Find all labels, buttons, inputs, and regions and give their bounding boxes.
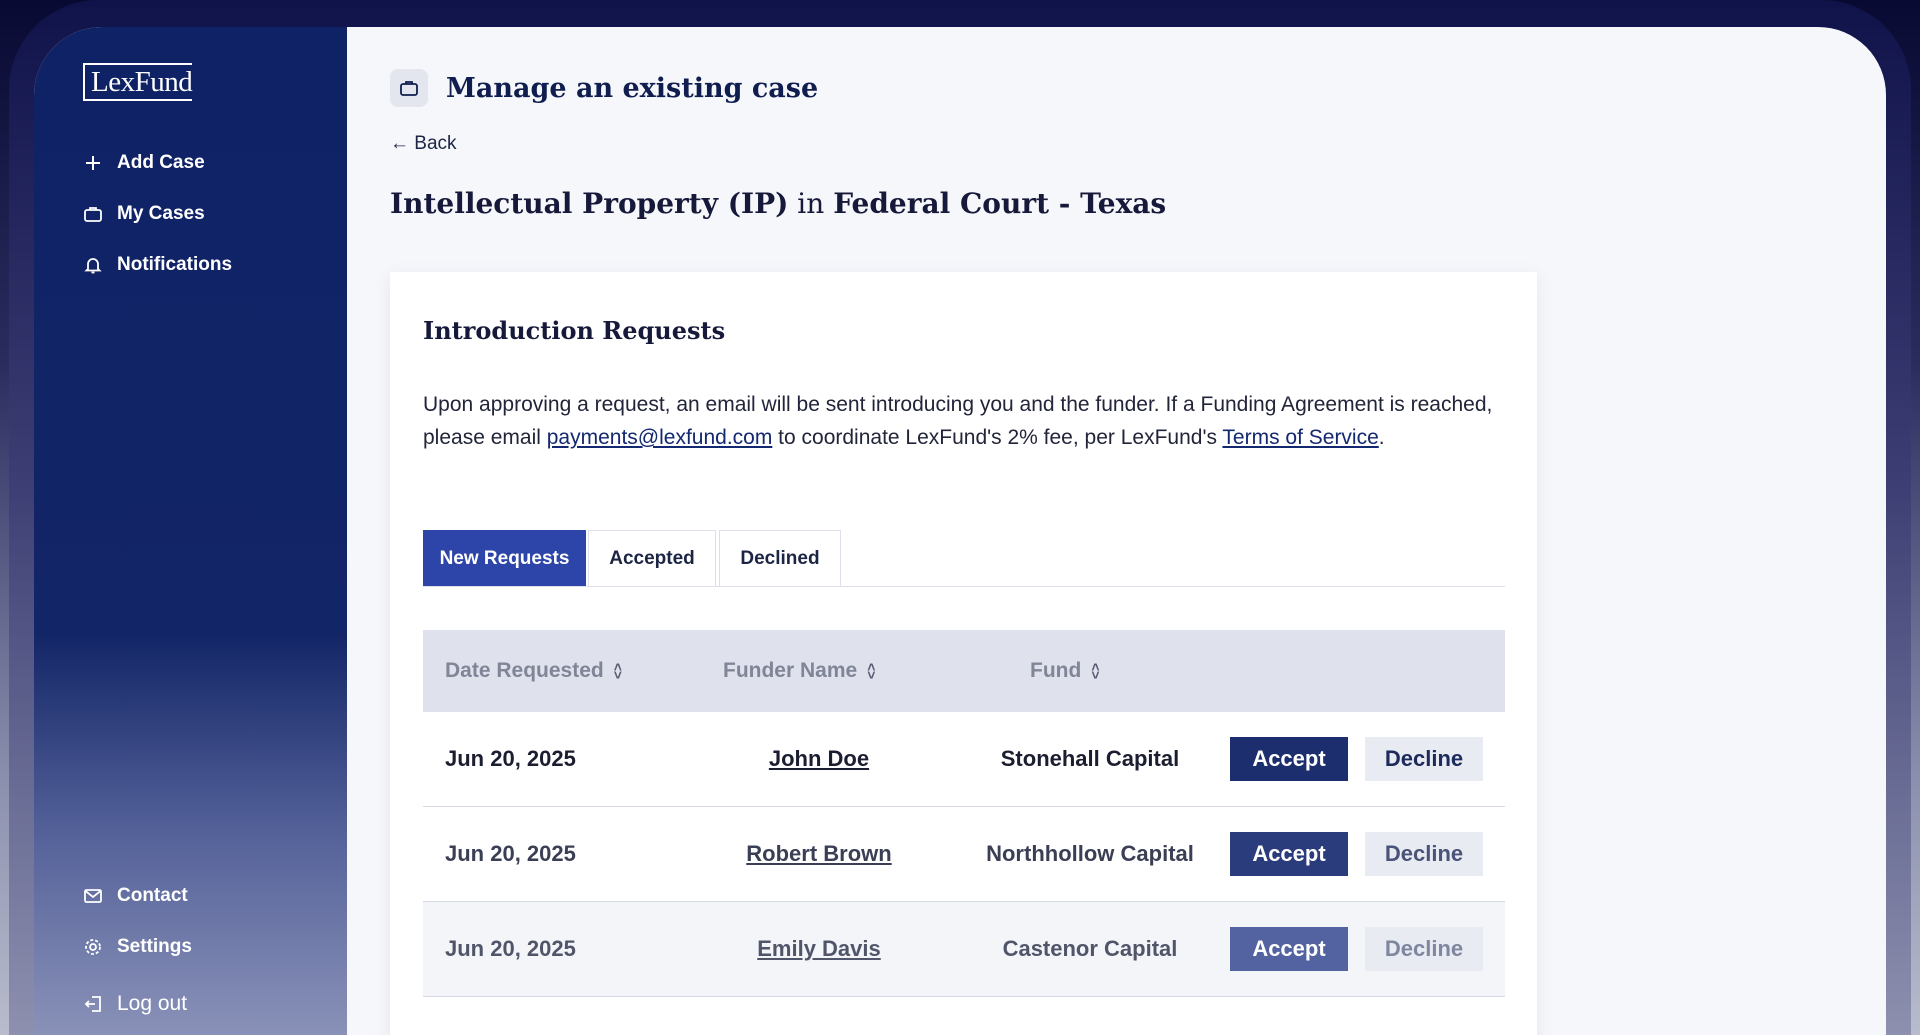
case-title: Intellectual Property (IP) in Federal Co… [390,187,1166,220]
decline-button[interactable]: Decline [1365,832,1483,876]
email-link[interactable]: payments@lexfund.com [547,426,773,449]
date-cell: Jun 20, 2025 [445,841,576,866]
terms-link[interactable]: Terms of Service [1222,426,1378,449]
case-connector: in [788,187,834,220]
section-description: Upon approving a request, an email will … [423,388,1513,454]
accept-button[interactable]: Accept [1230,927,1348,971]
logo[interactable]: LexFund [83,63,193,101]
introduction-requests-card: Introduction Requests Upon approving a r… [390,272,1537,1035]
column-date-requested[interactable]: Date Requested ˄ ˅ [445,630,622,712]
column-label: Fund [1030,659,1082,682]
decline-button[interactable]: Decline [1365,927,1483,971]
sidebar-item-settings[interactable]: Settings [83,936,192,958]
app-screen: LexFund Add Case My Cases Notifications … [34,27,1886,1035]
sidebar-item-notifications[interactable]: Notifications [83,254,232,276]
sidebar-item-add-case[interactable]: Add Case [83,152,205,174]
sort-icon: ˄ ˅ [613,659,622,683]
tab-new-requests[interactable]: New Requests [423,530,586,586]
table-row: Jun 20, 2025 Emily Davis Castenor Capita… [423,902,1505,997]
sidebar: LexFund Add Case My Cases Notifications … [34,27,347,1035]
fund-cell: Stonehall Capital [1000,746,1180,771]
table-header: Date Requested ˄ ˅ Funder Name ˄ ˅ Fund ˄ ˅ [423,630,1505,712]
briefcase-icon [390,69,428,107]
tab-declined[interactable]: Declined [719,530,841,586]
case-type: Intellectual Property (IP) [390,187,789,220]
description-text: . [1378,426,1385,449]
tab-accepted[interactable]: Accepted [588,530,716,586]
decline-button[interactable]: Decline [1365,737,1483,781]
sidebar-item-label: Add Case [117,152,205,173]
table-row: Jun 20, 2025 Robert Brown Northhollow Ca… [423,807,1505,902]
section-title: Introduction Requests [423,316,726,345]
page-header: Manage an existing case [390,69,818,107]
sidebar-item-label: Log out [117,992,188,1015]
date-cell: Jun 20, 2025 [445,746,576,771]
back-link[interactable]: ← Back [390,133,457,155]
mail-icon [84,889,102,903]
briefcase-icon [84,207,102,222]
accept-button[interactable]: Accept [1230,737,1348,781]
sidebar-item-label: Contact [117,885,188,906]
sort-icon: ˄ ˅ [1091,659,1100,683]
sidebar-item-my-cases[interactable]: My Cases [83,203,205,225]
column-label: Funder Name [723,659,858,682]
date-cell: Jun 20, 2025 [445,936,576,961]
page-title: Manage an existing case [446,72,819,104]
column-fund[interactable]: Fund ˄ ˅ [1030,630,1100,712]
column-label: Date Requested [445,659,604,682]
logout-icon [84,996,101,1012]
description-text: to coordinate LexFund's 2% fee, per LexF… [772,426,1223,449]
accept-button[interactable]: Accept [1230,832,1348,876]
sidebar-item-label: Notifications [117,254,233,275]
bell-icon [84,258,102,274]
device-frame: LexFund Add Case My Cases Notifications … [9,0,1911,1035]
fund-cell: Northhollow Capital [986,841,1194,866]
sidebar-item-label: My Cases [117,203,205,224]
request-tabs: New Requests Accepted Declined [423,530,1505,587]
gear-icon [85,939,101,955]
sidebar-item-label: Settings [117,936,192,957]
column-funder-name[interactable]: Funder Name ˄ ˅ [723,630,875,712]
sidebar-item-logout[interactable]: Log out [83,992,187,1016]
case-court: Federal Court - Texas [833,187,1167,220]
plus-icon [86,156,100,170]
sort-icon: ˄ ˅ [867,659,876,683]
main-content: Manage an existing case ← Back Intellect… [347,27,1886,1035]
fund-cell: Castenor Capital [1002,936,1178,961]
table-row: Jun 20, 2025 John Doe Stonehall Capital … [423,712,1505,807]
sidebar-item-contact[interactable]: Contact [83,885,188,907]
